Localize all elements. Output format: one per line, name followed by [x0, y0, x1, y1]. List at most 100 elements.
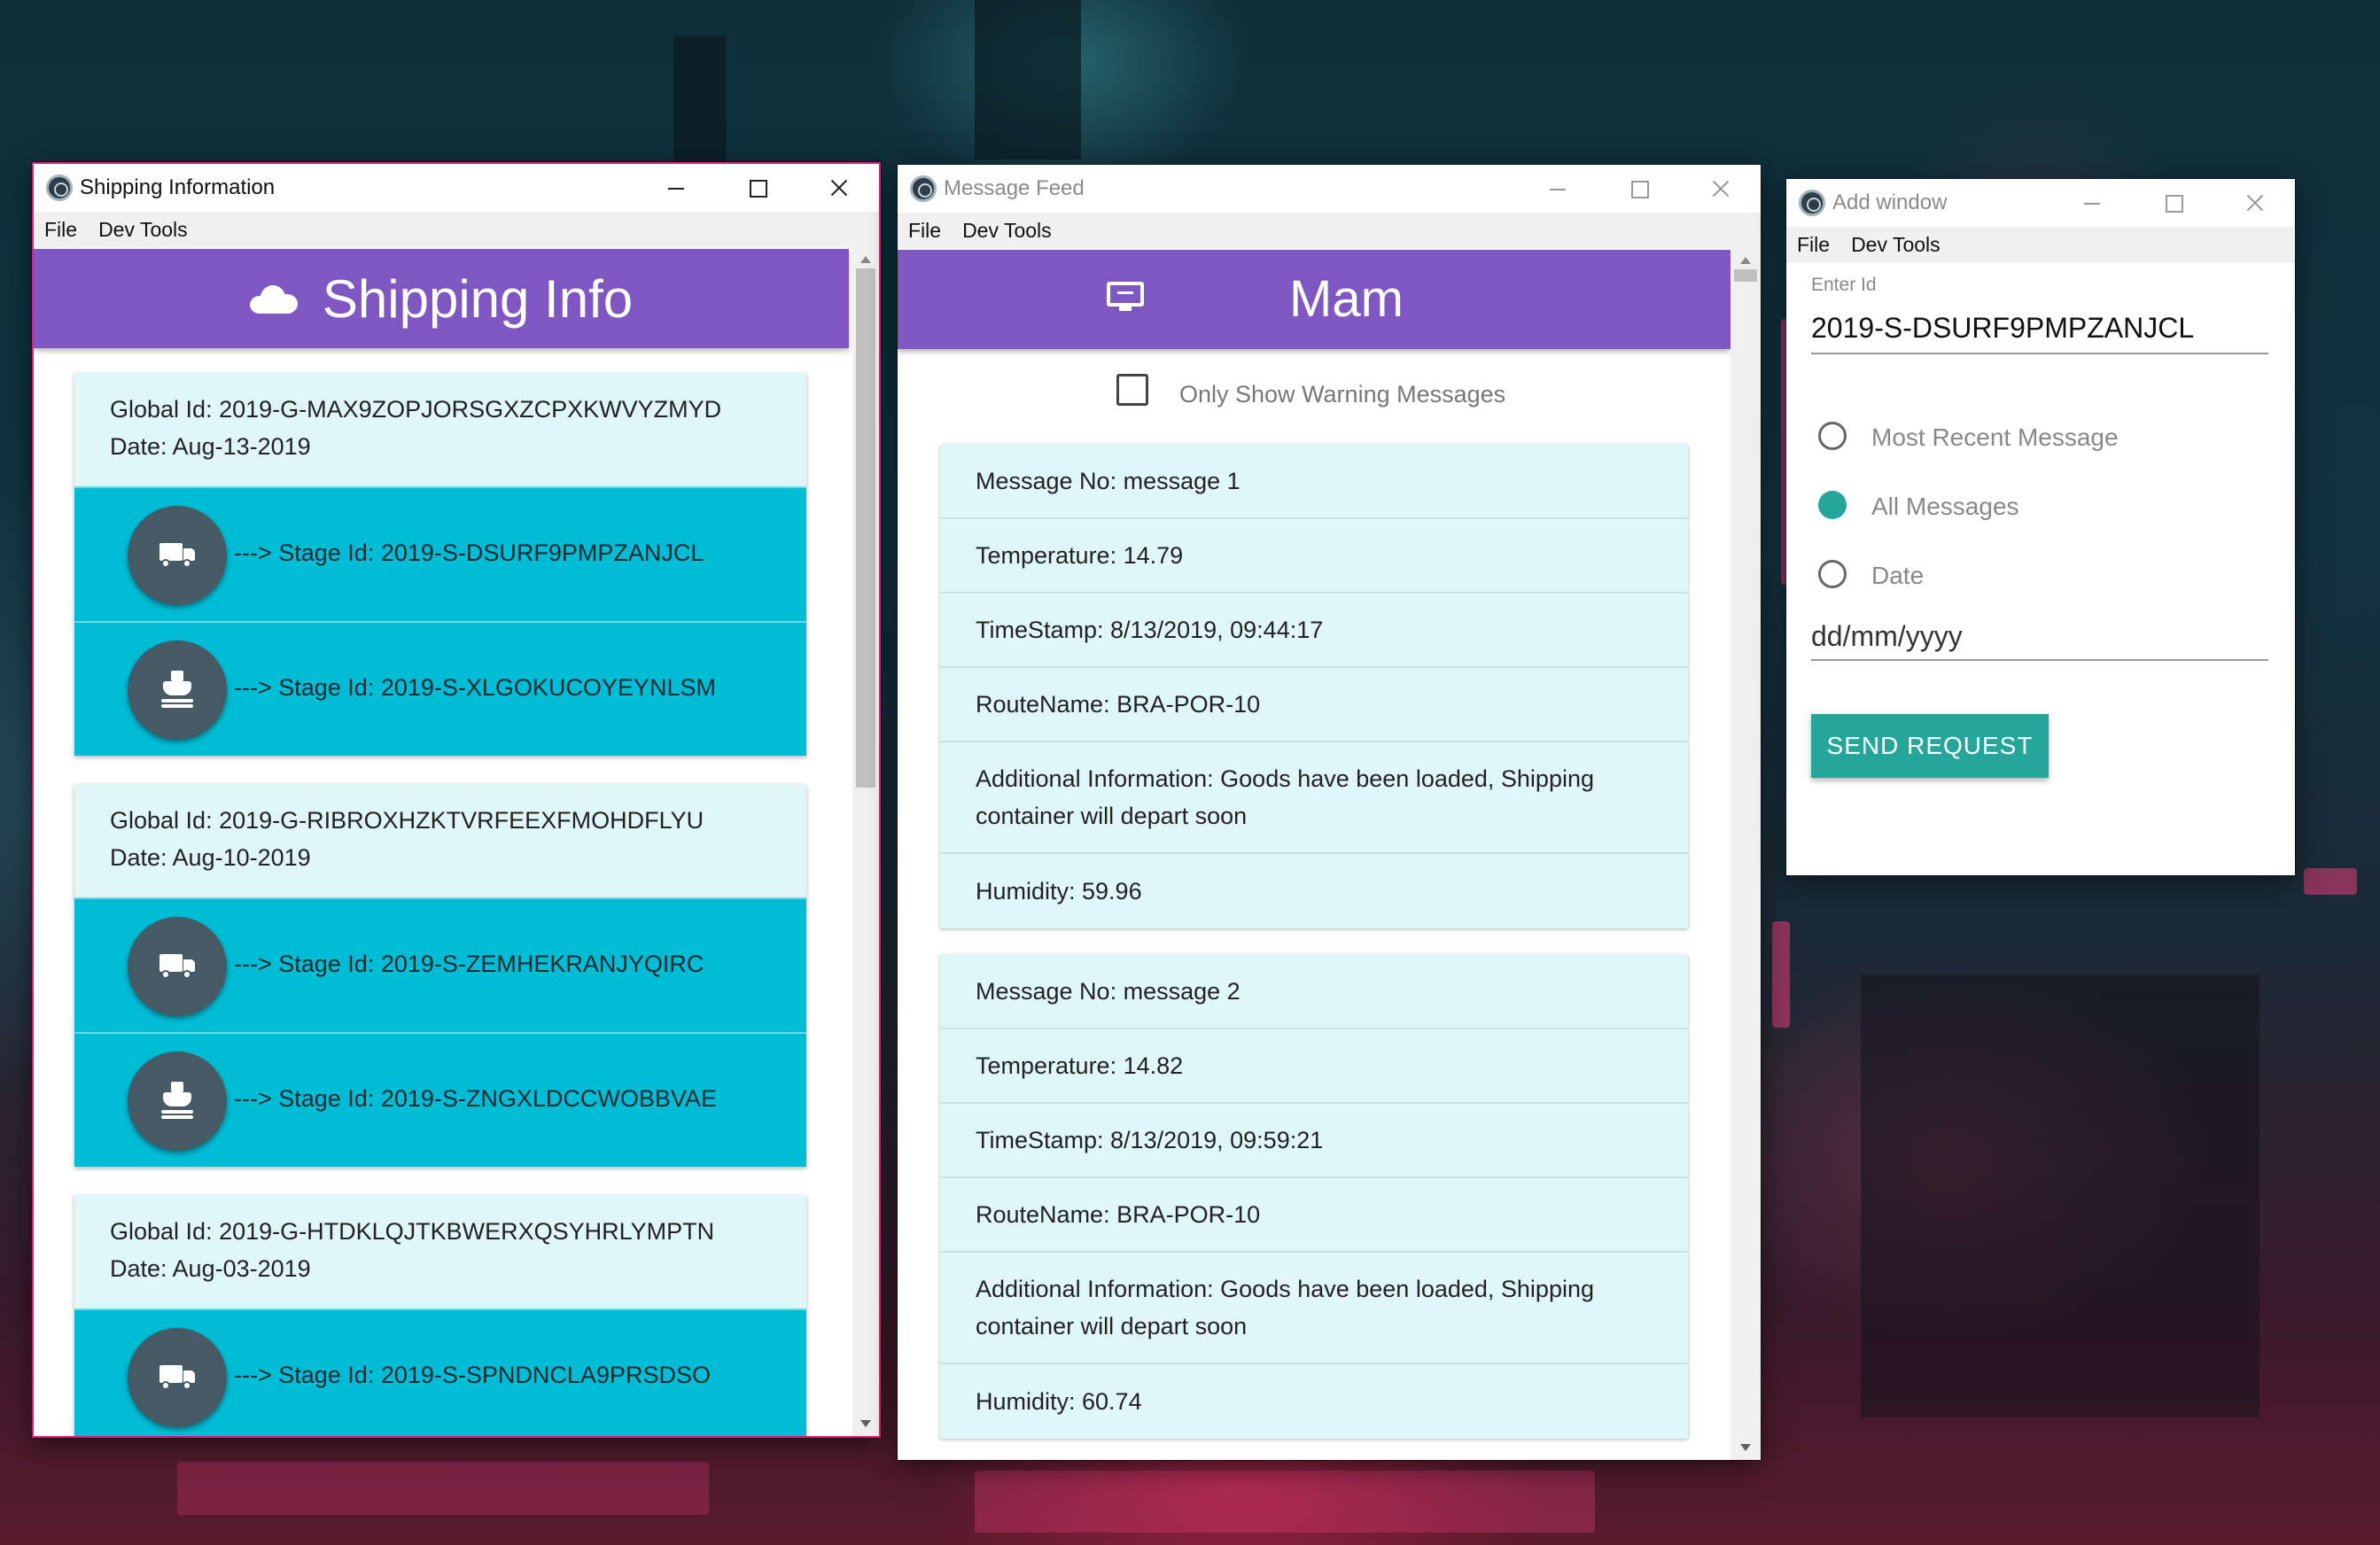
stage-id: ---> Stage Id: 2019-S-SPNDNCLA9PRSDSO: [234, 1362, 711, 1388]
message-card: Message No: message 1 Temperature: 14.79…: [940, 445, 1688, 928]
message-timestamp: TimeStamp: 8/13/2019, 09:44:17: [940, 594, 1688, 668]
add-window[interactable]: Add window File Dev Tools Enter Id Most …: [1786, 179, 2295, 875]
monitor-icon: [1107, 282, 1144, 312]
stage-avatar: [128, 917, 227, 1016]
message-number: Message No: message 1: [940, 445, 1688, 519]
message-timestamp: TimeStamp: 8/13/2019, 09:59:21: [940, 1104, 1688, 1178]
close-button[interactable]: [797, 164, 879, 212]
id-input[interactable]: [1811, 308, 2268, 354]
shipment-summary: Global Id: 2019-G-HTDKLQJTKBWERXQSYHRLYM…: [74, 1195, 806, 1308]
radio-all-messages[interactable]: [1818, 491, 1847, 519]
titlebar[interactable]: Add window: [1786, 179, 2295, 227]
ship-icon: [161, 1082, 193, 1119]
message-temperature: Temperature: 14.79: [940, 519, 1688, 594]
date-input[interactable]: [1811, 613, 2268, 661]
truck-icon: [159, 954, 195, 979]
truck-icon: [159, 1365, 195, 1390]
stage-id: ---> Stage Id: 2019-S-ZEMHEKRANJYQIRC: [234, 951, 704, 977]
minimize-button[interactable]: [1516, 165, 1598, 213]
message-card: Message No: message 2 Temperature: 14.82…: [940, 955, 1688, 1439]
radio-most-recent-label: Most Recent Message: [1871, 423, 2119, 451]
message-info: Additional Information: Goods have been …: [940, 1253, 1688, 1364]
menu-bar: File Dev Tools: [1786, 227, 2295, 262]
radio-date[interactable]: [1818, 560, 1847, 588]
warning-only-checkbox[interactable]: [1116, 374, 1148, 406]
titlebar[interactable]: Message Feed: [898, 165, 1761, 213]
menu-bar: File Dev Tools: [34, 212, 879, 247]
radio-date-label: Date: [1871, 562, 1925, 589]
stage-row[interactable]: ---> Stage Id: 2019-S-ZEMHEKRANJYQIRC: [74, 897, 806, 1032]
shipment-summary: Global Id: 2019-G-RIBROXHZKTVRFEEXFMOHDF…: [74, 784, 806, 897]
scroll-thumb[interactable]: [1734, 269, 1757, 282]
global-id: Global Id: 2019-G-MAX9ZOPJORSGXZCPXKWVYZ…: [110, 396, 722, 423]
close-button[interactable]: [2213, 179, 2295, 227]
minimize-button[interactable]: [2050, 179, 2132, 227]
vertical-scrollbar[interactable]: [852, 247, 879, 1436]
menu-dev-tools[interactable]: Dev Tools: [98, 218, 188, 242]
message-humidity: Humidity: 59.96: [976, 878, 1142, 904]
shipment-card: Global Id: 2019-G-HTDKLQJTKBWERXQSYHRLYM…: [74, 1195, 806, 1436]
cloud-icon: [249, 283, 298, 314]
menu-bar: File Dev Tools: [898, 213, 1761, 248]
shipping-info-header: Shipping Info: [34, 249, 849, 348]
shipment-date: Date: Aug-03-2019: [110, 1255, 311, 1282]
shipment-card: Global Id: 2019-G-MAX9ZOPJORSGXZCPXKWVYZ…: [74, 373, 806, 756]
enter-id-label: Enter Id: [1811, 275, 1877, 295]
window-title: Message Feed: [944, 176, 1085, 200]
scroll-down-arrow-icon[interactable]: [860, 1420, 871, 1427]
shipment-summary: Global Id: 2019-G-MAX9ZOPJORSGXZCPXKWVYZ…: [74, 373, 806, 486]
menu-dev-tools[interactable]: Dev Tools: [1851, 233, 1941, 257]
scroll-up-arrow-icon[interactable]: [860, 256, 871, 263]
maximize-button[interactable]: [716, 164, 797, 212]
minimize-button[interactable]: [634, 164, 716, 212]
electron-app-icon: [1799, 190, 1825, 216]
scroll-down-arrow-icon[interactable]: [1740, 1444, 1751, 1451]
maximize-button[interactable]: [2132, 179, 2213, 227]
global-id: Global Id: 2019-G-RIBROXHZKTVRFEEXFMOHDF…: [110, 807, 704, 834]
message-temperature: Temperature: 14.82: [940, 1029, 1688, 1104]
stage-id: ---> Stage Id: 2019-S-DSURF9PMPZANJCL: [234, 540, 704, 566]
warning-only-label: Only Show Warning Messages: [1179, 381, 1506, 408]
page-title: Mam: [1289, 270, 1404, 328]
page-title: Shipping Info: [322, 268, 634, 329]
send-request-button[interactable]: SEND REQUEST: [1811, 714, 2049, 778]
stage-id: ---> Stage Id: 2019-S-XLGOKUCOYEYNLSM: [234, 674, 716, 701]
message-humidity: Humidity: 60.74: [976, 1388, 1142, 1415]
message-route: RouteName: BRA-POR-10: [940, 668, 1688, 742]
menu-dev-tools[interactable]: Dev Tools: [962, 219, 1052, 243]
stage-avatar: [128, 1328, 227, 1427]
vertical-scrollbar[interactable]: [1731, 248, 1761, 1460]
stage-id: ---> Stage Id: 2019-S-ZNGXLDCCWOBBVAE: [234, 1085, 717, 1112]
shipment-card: Global Id: 2019-G-RIBROXHZKTVRFEEXFMOHDF…: [74, 784, 806, 1167]
radio-most-recent[interactable]: [1818, 422, 1847, 450]
truck-icon: [159, 543, 195, 568]
maximize-button[interactable]: [1598, 165, 1679, 213]
window-title: Shipping Information: [80, 175, 276, 199]
stage-avatar: [128, 506, 227, 605]
shipment-date: Date: Aug-13-2019: [110, 433, 311, 460]
close-button[interactable]: [1679, 165, 1761, 213]
menu-file[interactable]: File: [908, 219, 941, 243]
ship-icon: [161, 671, 193, 708]
stage-row[interactable]: ---> Stage Id: 2019-S-SPNDNCLA9PRSDSO: [74, 1308, 806, 1436]
electron-app-icon: [910, 175, 937, 202]
scroll-thumb[interactable]: [856, 268, 875, 788]
message-feed-window[interactable]: Message Feed File Dev Tools Mam Only Sho…: [898, 165, 1761, 1460]
shipment-date: Date: Aug-10-2019: [110, 844, 311, 871]
global-id: Global Id: 2019-G-HTDKLQJTKBWERXQSYHRLYM…: [110, 1218, 715, 1245]
stage-row[interactable]: ---> Stage Id: 2019-S-DSURF9PMPZANJCL: [74, 486, 806, 621]
stage-row[interactable]: ---> Stage Id: 2019-S-ZNGXLDCCWOBBVAE: [74, 1032, 806, 1167]
radio-all-messages-label: All Messages: [1871, 493, 2019, 520]
stage-avatar: [128, 1052, 227, 1151]
menu-file[interactable]: File: [44, 218, 77, 242]
menu-file[interactable]: File: [1797, 233, 1830, 257]
stage-row[interactable]: ---> Stage Id: 2019-S-XLGOKUCOYEYNLSM: [74, 621, 806, 756]
window-title: Add window: [1832, 190, 1948, 214]
message-feed-header: Mam: [898, 250, 1731, 349]
message-number: Message No: message 2: [940, 955, 1688, 1029]
scroll-up-arrow-icon[interactable]: [1740, 257, 1751, 264]
shipping-information-window[interactable]: Shipping Information File Dev Tools Ship…: [32, 162, 881, 1438]
message-route: RouteName: BRA-POR-10: [940, 1178, 1688, 1253]
message-info: Additional Information: Goods have been …: [940, 742, 1688, 854]
titlebar[interactable]: Shipping Information: [34, 164, 879, 212]
